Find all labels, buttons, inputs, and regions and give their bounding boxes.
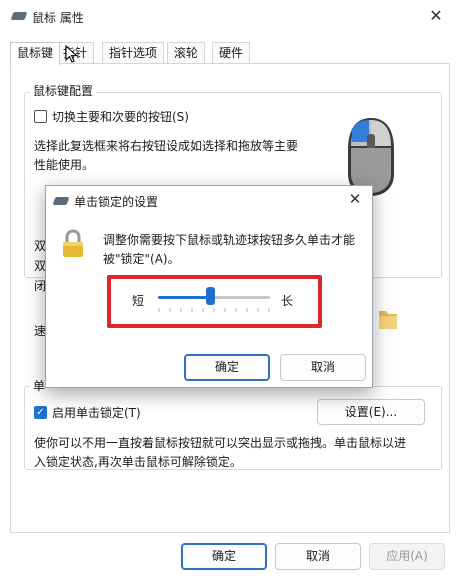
clicklock-desc-line2: 入锁定状态,再次单击鼠标可解除锁定。	[34, 455, 242, 469]
ok-button[interactable]: 确定	[181, 543, 267, 570]
window-title: 鼠标 属性	[32, 11, 84, 25]
swap-buttons-label[interactable]: 切换主要和次要的按钮(S)	[52, 108, 189, 125]
dialog-cancel-button[interactable]: 取消	[280, 354, 366, 381]
dialog-desc-line2: 被"锁定"(A)。	[103, 252, 180, 266]
cancel-button[interactable]: 取消	[275, 543, 361, 570]
enable-clicklock-checkbox[interactable]: ✓	[34, 406, 47, 419]
apply-button[interactable]: 应用(A)	[369, 543, 445, 570]
mouse-cursor-icon	[65, 45, 78, 63]
button-config-legend: 鼠标键配置	[30, 82, 97, 99]
clicklock-settings-button[interactable]: 设置(E)...	[317, 399, 425, 425]
highlight-annotation-box	[107, 275, 322, 328]
swap-buttons-checkbox[interactable]	[34, 110, 47, 123]
lock-icon	[63, 229, 83, 257]
clicklock-desc-line1: 使你可以不用一直按着鼠标按钮就可以突出显示或拖拽。单击鼠标以进	[34, 436, 407, 450]
dialog-desc-line1: 调整你需要按下鼠标或轨迹球按钮多久单击才能	[103, 233, 356, 247]
clicklock-settings-dialog: 单击锁定的设置 ✕ 调整你需要按下鼠标或轨迹球按钮多久单击才能 被"锁定"(A)…	[45, 185, 373, 388]
folder-icon	[379, 311, 397, 329]
swap-desc-line1: 选择此复选框来将右按钮设成如选择和拖放等主要	[34, 139, 299, 153]
tab-wheel[interactable]: 滚轮	[167, 42, 206, 63]
dialog-ok-button[interactable]: 确定	[184, 354, 270, 381]
swap-desc-line2: 性能使用。	[34, 158, 95, 172]
tab-hardware[interactable]: 硬件	[212, 42, 251, 63]
enable-clicklock-label[interactable]: 启用单击锁定(T)	[52, 404, 141, 421]
dialog-mouse-icon	[52, 197, 70, 205]
tab-buttons[interactable]: 鼠标键	[10, 42, 61, 65]
close-icon[interactable]: ✕	[424, 4, 448, 28]
tab-pointer-options[interactable]: 指针选项	[102, 42, 165, 63]
dialog-title: 单击锁定的设置	[74, 195, 159, 209]
dialog-close-icon[interactable]: ✕	[344, 188, 366, 210]
